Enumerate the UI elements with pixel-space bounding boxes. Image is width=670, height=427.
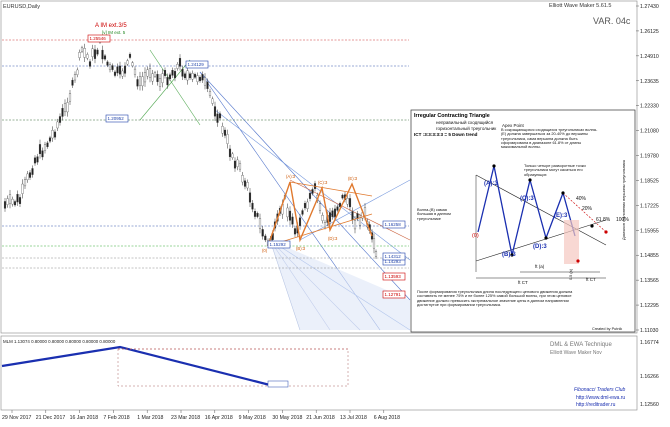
y-tick-label: 1.18525: [640, 178, 659, 184]
bottom-text: После формирования треугольника длина по…: [417, 290, 573, 307]
price-box-label: 1.20952: [108, 116, 125, 121]
wave-label: (B):3: [296, 246, 306, 251]
wave-label: (D):3: [328, 236, 338, 241]
panel-sub1: неправильный сходящийся: [436, 119, 494, 125]
pct-618: 61.8%: [596, 217, 611, 223]
price-box-label: 1.13593: [385, 274, 402, 279]
x-tick-label: 13 Jul 2018: [340, 415, 367, 421]
panel-formula: ICT :3:3:3:3:3 = 5 Down trend: [414, 132, 478, 137]
mlm-value-box: [267, 380, 289, 388]
ict-panel: Irregular Contracting Triangle неправиль…: [410, 109, 636, 333]
ind-tick-3: 1.12560: [640, 402, 659, 408]
v-im-label: [v] IM ext. 5: [102, 30, 126, 35]
y-tick-label: 1.19780: [640, 154, 659, 160]
y-tick-label: 1.11030: [640, 328, 658, 334]
lbl-C: (C):3: [520, 196, 534, 202]
tct-1: ft CT: [518, 280, 528, 285]
side-text: Диапазон отклонения вершины треугольника: [622, 159, 626, 240]
x-axis: 29 Nov 2017 21 Dec 2017 16 Jan 2018 7 Feb 2…: [2, 410, 400, 421]
ind-tick-2: 1.16266: [640, 374, 659, 380]
wave-label: (E):3: [348, 176, 358, 181]
x-tick-label: 16 Jan 2018: [70, 415, 99, 421]
y-tick-label: 1.13565: [640, 278, 659, 284]
lbl-D: (D):3: [533, 244, 547, 250]
panel-title: Irregular Contracting Triangle: [414, 113, 490, 119]
note-b: Волна-(B) самая большая в данном треугол…: [417, 208, 451, 221]
x-tick-label: 30 May 2018: [272, 415, 302, 421]
pct-100: 100%: [616, 217, 629, 223]
y-tick-label: 1.14855: [640, 253, 659, 259]
tct-4: 0.5 (a): [569, 268, 573, 280]
indicator-title: Elliott Wave Maker 5.61.5: [549, 3, 611, 9]
x-tick-label: 23 Mar 2018: [171, 415, 200, 421]
price-box-label: 1.24129: [188, 62, 205, 67]
y-tick-label: 1.21080: [640, 129, 659, 135]
y-tick-label: 1.24910: [640, 54, 659, 60]
y-tick-label: 1.22330: [640, 104, 659, 110]
lbl-B: (B):3: [502, 252, 516, 258]
price-box-label: 1.12791: [385, 292, 402, 297]
y-tick-label: 1.12295: [640, 303, 659, 309]
pct-20: 20%: [582, 206, 593, 212]
x-tick-label: 7 Feb 2018: [103, 415, 129, 421]
price-box-label: 1.25546: [90, 36, 107, 41]
y-tick-label: 1.23635: [640, 79, 659, 85]
pct-40: 40%: [576, 196, 587, 202]
x-tick-label: 1 Mar 2018: [137, 415, 163, 421]
price-box-label: 1.15292: [270, 242, 287, 247]
legend-line-2: Elliott Wave Maker Nov: [550, 350, 602, 356]
footer-line-1: Fibonacci Traders Club: [574, 387, 626, 393]
a-im-label: A IM ext.3/5: [95, 23, 127, 29]
y-tick-label: 1.27430: [640, 4, 659, 10]
lbl-A: (A):3: [484, 181, 498, 187]
ind-tick-1: 1.16774: [640, 340, 659, 346]
x-tick-label: 21 Jun 2018: [306, 415, 335, 421]
wave-label: (C):3: [318, 180, 328, 185]
wave-label: (0): [262, 248, 268, 253]
lbl-E: (E):3: [554, 213, 568, 219]
x-tick-label: 16 Apr 2018: [205, 415, 233, 421]
indicator-label: MLM 1.13074 0.80000 0.80000 0.80000 0.80…: [3, 339, 116, 344]
lbl-0: (0): [472, 233, 479, 239]
x-tick-label: 6 Aug 2018: [374, 415, 400, 421]
y-tick-label: 1.15955: [640, 228, 659, 234]
x-tick-label: 9 May 2018: [239, 415, 266, 421]
price-box-label: 1.16258: [385, 222, 402, 227]
chart-canvas[interactable]: (A):3 (B):3 (C):3 (D):3 (E):3 (0) EURUSD,Dail…: [0, 0, 670, 422]
y-tick-label: 1.26125: [640, 29, 659, 35]
apex-text: В сокращающихся сходящихся треугольниках…: [501, 128, 598, 150]
tct-2: ft CT: [586, 277, 596, 282]
footer-line-2: http://www.dml-ewa.ru: [576, 395, 625, 401]
symbol-title: EURUSD,Daily: [3, 4, 40, 10]
y-axis: 1.27430 1.26125 1.24910 1.23635 1.22330 1.210…: [636, 4, 659, 334]
note-tri: Только четыре разворотные точки треуголь…: [524, 164, 586, 177]
legend-line-1: DML & EWA Technique: [550, 342, 612, 348]
wave-label: (A):3: [286, 174, 296, 179]
indicator-frame: [0, 335, 638, 411]
tct-3: ft (a): [535, 264, 545, 269]
panel-sub2: горизонтальный треугольник: [436, 125, 496, 131]
price-box-label: 1.14312: [385, 254, 402, 259]
footer-line-3: http://reditrader.ru: [576, 402, 616, 408]
y-tick-label: 1.17225: [640, 203, 659, 209]
var-label: VAR. 04c: [593, 16, 631, 26]
x-tick-label: 21 Dec 2017: [36, 415, 66, 421]
created-by: Created by Putnik: [592, 327, 622, 331]
chart-window: (A):3 (B):3 (C):3 (D):3 (E):3 (0) EURUSD,Dail…: [0, 0, 670, 422]
x-tick-label: 29 Nov 2017: [2, 415, 32, 421]
